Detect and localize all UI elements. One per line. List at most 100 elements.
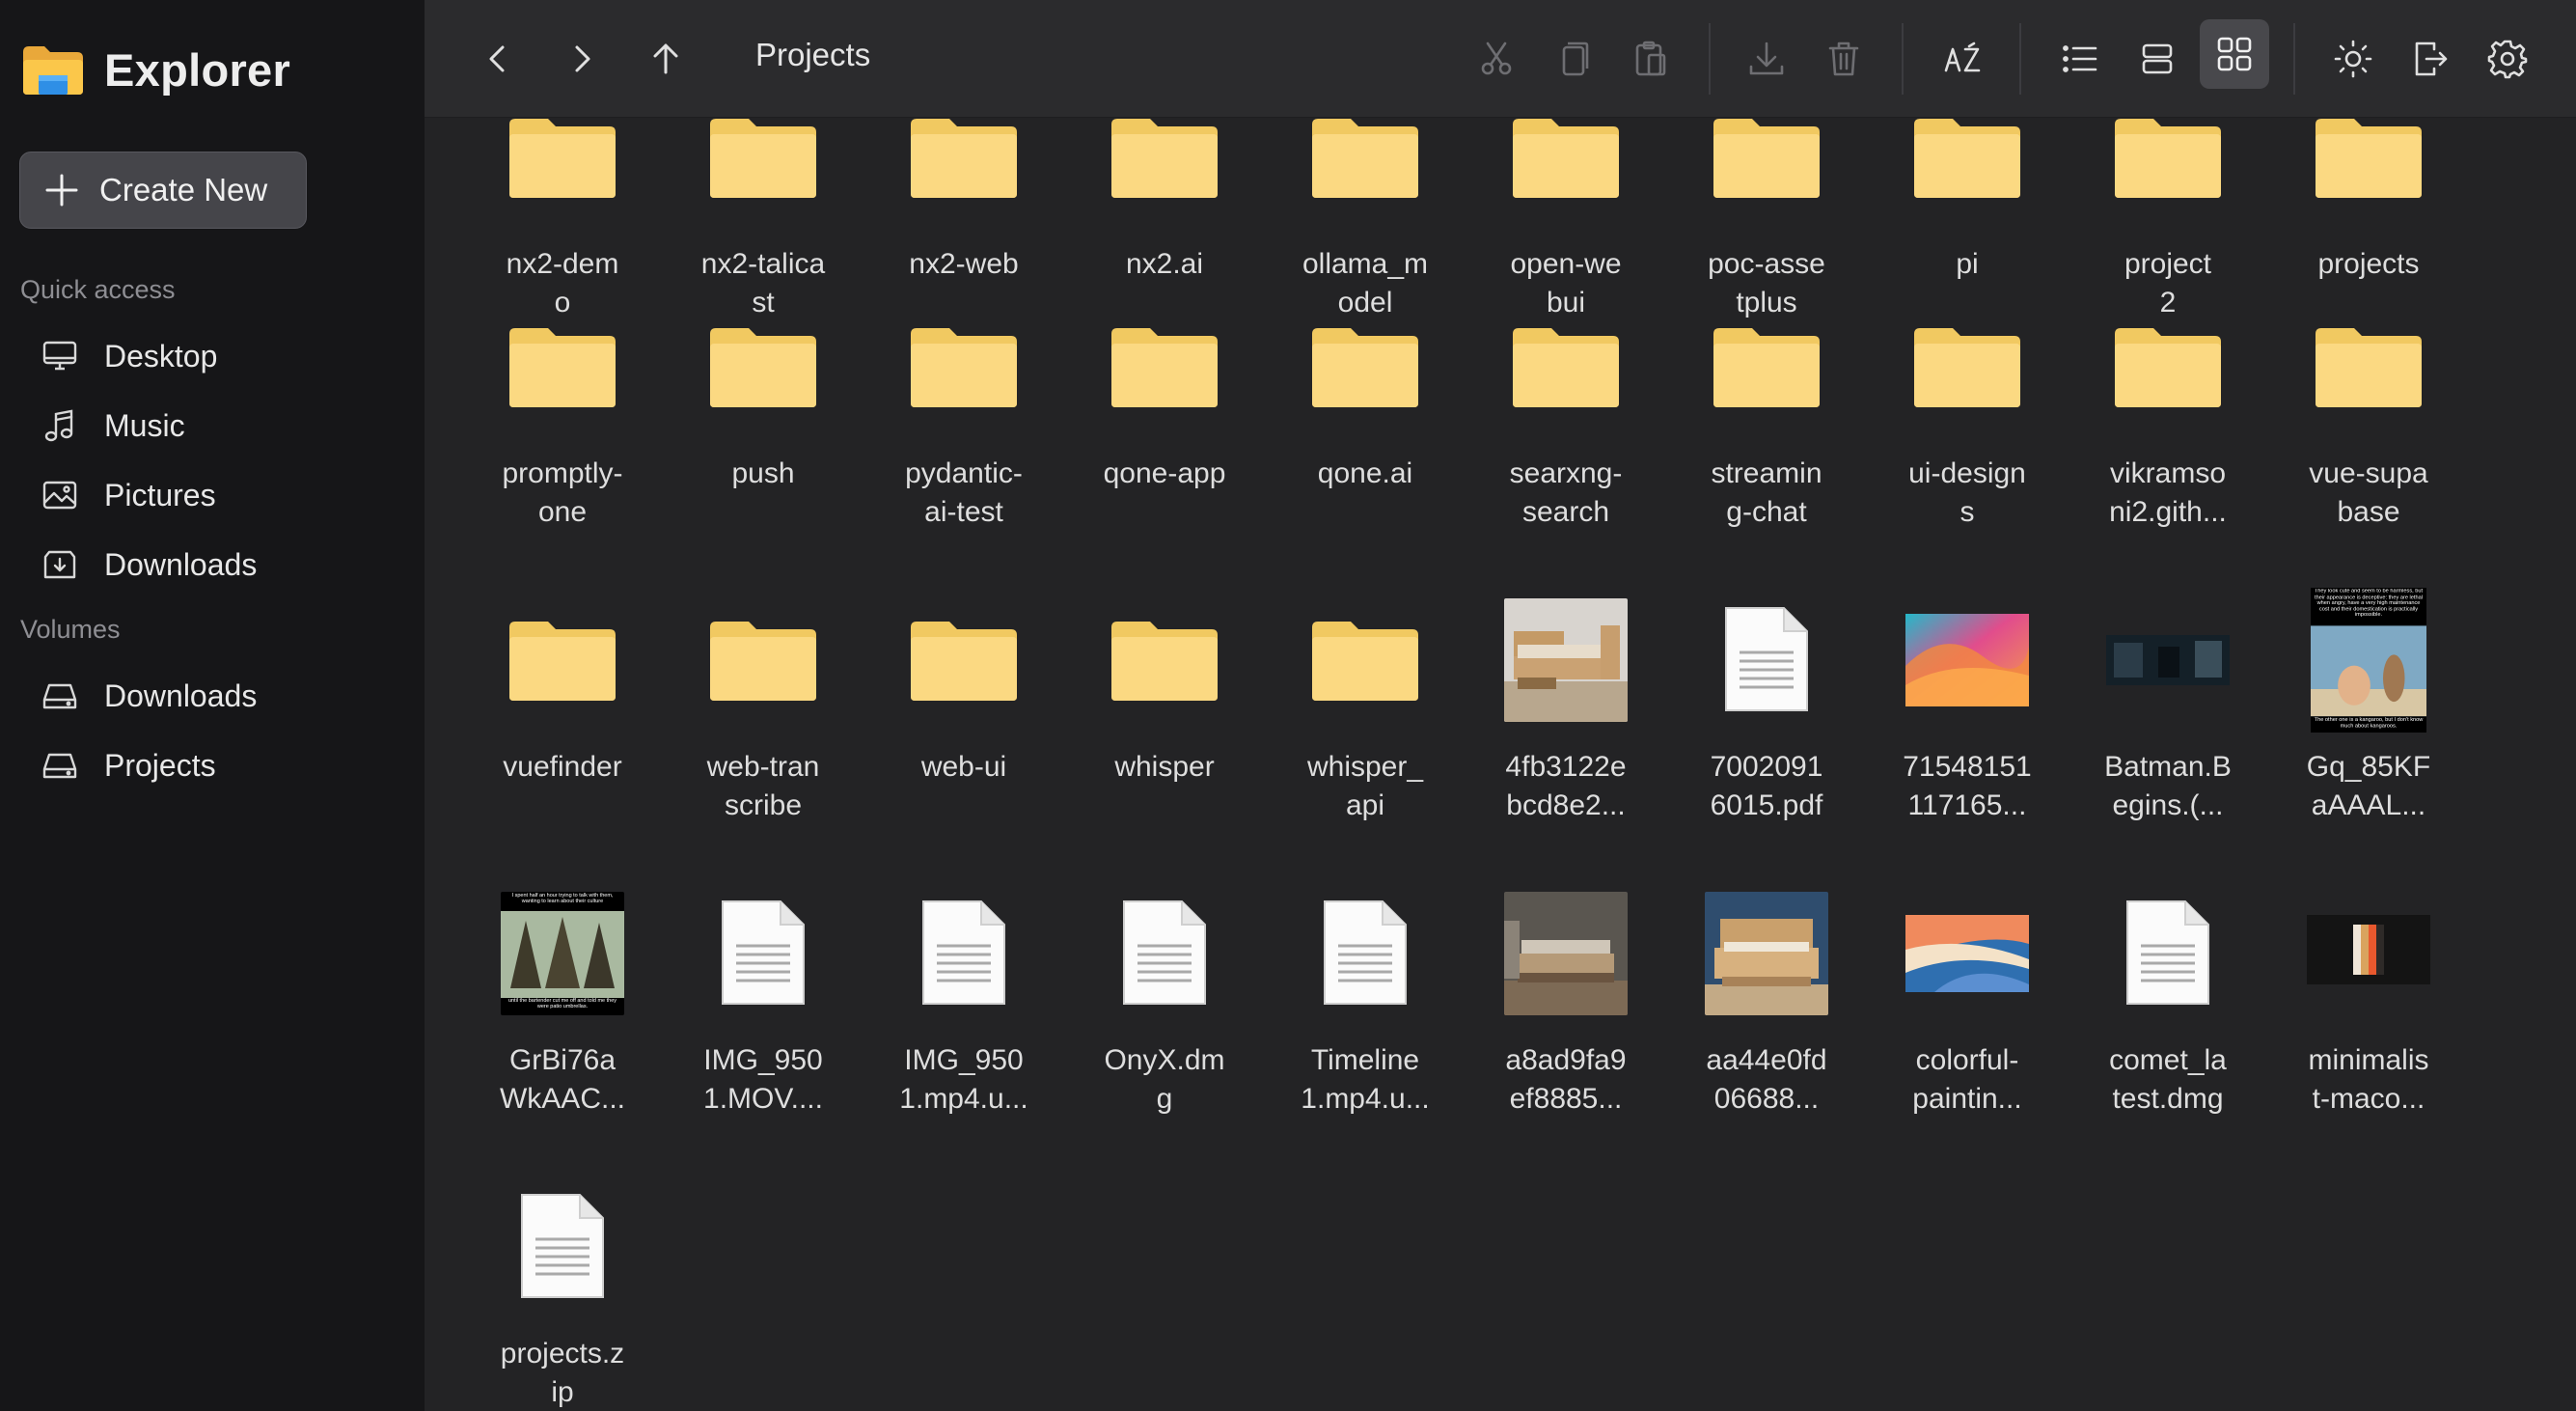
document-icon <box>1303 881 1427 1026</box>
file-item[interactable]: IMG_950 1.MOV.... <box>667 881 860 1161</box>
folder-item[interactable]: vue-supa base <box>2272 294 2465 574</box>
folder-logo-icon <box>23 46 83 95</box>
up-button[interactable] <box>635 28 697 90</box>
folder-item[interactable]: streamin g-chat <box>1670 294 1863 574</box>
item-name: ui-design s <box>1908 457 2026 528</box>
item-name: vue-supa base <box>2309 457 2428 528</box>
settings-button[interactable] <box>2477 28 2538 90</box>
paste-icon <box>1635 41 1666 76</box>
sidebar-item-pictures[interactable]: Pictures <box>41 468 216 522</box>
folder-icon <box>2307 294 2430 439</box>
file-item[interactable]: IMG_950 1.mp4.u... <box>867 881 1060 1161</box>
file-item[interactable]: 7002091 6015.pdf <box>1670 588 1863 868</box>
image-thumbnail <box>1504 881 1628 1026</box>
file-item[interactable]: projects.z ip <box>466 1175 659 1411</box>
folder-item[interactable]: promptly-one <box>466 294 659 574</box>
folder-item[interactable]: pydantic-ai-test <box>867 294 1060 574</box>
folder-item[interactable]: vuefinder <box>466 588 659 868</box>
item-name: projects.z ip <box>500 1338 625 1408</box>
split-view-icon <box>2142 43 2173 74</box>
theme-toggle-button[interactable] <box>2322 28 2384 90</box>
create-new-label: Create New <box>99 172 268 208</box>
sidebar-volume-projects[interactable]: Projects <box>41 738 216 792</box>
sidebar-item-label: Desktop <box>104 338 218 374</box>
create-new-button[interactable]: Create New <box>19 152 307 229</box>
theme-icon <box>2334 40 2372 78</box>
image-file-item[interactable]: 4fb3122e bcd8e2... <box>1469 588 1662 868</box>
trash-icon <box>1828 42 1859 76</box>
download-icon <box>1749 42 1784 75</box>
folder-item[interactable]: web-tran scribe <box>667 588 860 868</box>
folder-item[interactable]: ui-design s <box>1871 294 2064 574</box>
folder-icon <box>2106 118 2230 230</box>
item-name: streamin g-chat <box>1711 457 1822 528</box>
sidebar-item-downloads[interactable]: Downloads <box>41 538 257 592</box>
copy-button[interactable] <box>1543 28 1604 90</box>
document-icon <box>902 881 1026 1026</box>
image-file-item[interactable]: 71548151 117165... <box>1871 588 2064 868</box>
delete-button[interactable] <box>1813 28 1875 90</box>
paste-button[interactable] <box>1620 28 1682 90</box>
file-item[interactable]: Timeline 1.mp4.u... <box>1269 881 1462 1161</box>
item-name: nx2-web <box>909 248 1019 280</box>
item-name: whisper <box>1114 751 1215 783</box>
item-name: 4fb3122e bcd8e2... <box>1505 751 1627 821</box>
item-name: promptly-one <box>502 457 623 528</box>
item-name: qone.ai <box>1317 457 1413 489</box>
grid-view-button[interactable] <box>2200 19 2269 89</box>
sidebar-volume-downloads[interactable]: Downloads <box>41 669 257 723</box>
folder-item[interactable]: push <box>667 294 860 574</box>
settings-icon <box>2487 40 2528 79</box>
image-file-item[interactable]: colorful-paintin... <box>1871 881 2064 1161</box>
folder-item[interactable]: whisper <box>1068 588 1261 868</box>
item-name: pi <box>1956 248 1979 280</box>
sidebar-item-desktop[interactable]: Desktop <box>41 329 217 383</box>
plus-icon <box>45 174 78 207</box>
split-view-button[interactable] <box>2126 28 2188 90</box>
image-file-item[interactable]: minimalis t-maco... <box>2272 881 2465 1161</box>
folder-icon <box>1504 118 1628 230</box>
image-file-item[interactable]: a8ad9fa9 ef8885... <box>1469 881 1662 1161</box>
item-name: Batman.B egins.(... <box>2104 751 2232 821</box>
folder-icon <box>501 118 624 230</box>
toolbar: Projects <box>425 0 2576 118</box>
download-box-icon <box>43 550 76 579</box>
item-name: comet_la test.dmg <box>2109 1044 2227 1115</box>
cut-icon <box>1481 42 1512 75</box>
item-name: IMG_950 1.MOV.... <box>703 1044 823 1115</box>
document-icon <box>1705 588 1828 733</box>
item-name: whisper_ api <box>1306 751 1424 821</box>
toolbar-divider <box>2293 23 2295 95</box>
back-button[interactable] <box>467 28 529 90</box>
document-icon <box>1103 881 1226 1026</box>
item-name: Timeline 1.mp4.u... <box>1301 1044 1430 1115</box>
forward-button[interactable] <box>551 28 613 90</box>
list-view-button[interactable] <box>2049 28 2111 90</box>
folder-icon <box>1103 118 1226 230</box>
folder-item[interactable]: qone.ai <box>1269 294 1462 574</box>
cut-button[interactable] <box>1466 28 1527 90</box>
file-grid-area[interactable]: nx2-dem o nx2-talica st nx2-web nx2.ai ollama_… <box>425 118 2576 1411</box>
folder-item[interactable]: whisper_ api <box>1269 588 1462 868</box>
list-view-icon <box>2063 45 2097 72</box>
document-icon <box>2106 881 2230 1026</box>
file-item[interactable]: comet_la test.dmg <box>2071 881 2264 1161</box>
logout-button[interactable] <box>2399 28 2461 90</box>
download-button[interactable] <box>1736 28 1797 90</box>
sidebar-item-music[interactable]: Music <box>41 399 185 453</box>
image-file-item[interactable]: They look cute and seem to be harmless, … <box>2272 588 2465 868</box>
folder-item[interactable]: qone-app <box>1068 294 1261 574</box>
folder-item[interactable]: searxng-search <box>1469 294 1662 574</box>
folder-item[interactable]: web-ui <box>867 588 1060 868</box>
folder-item[interactable]: vikramso ni2.gith... <box>2071 294 2264 574</box>
item-name: push <box>731 457 795 489</box>
image-file-item[interactable]: Batman.B egins.(... <box>2071 588 2264 868</box>
image-file-item[interactable]: aa44e0fd 06688... <box>1670 881 1863 1161</box>
folder-icon <box>2307 118 2430 230</box>
toolbar-divider <box>2019 23 2021 95</box>
image-file-item[interactable]: I spent half an hour trying to talk with… <box>466 881 659 1161</box>
sort-button[interactable] <box>1932 28 1994 90</box>
up-icon <box>653 43 678 74</box>
brand: Explorer <box>21 39 290 100</box>
file-item[interactable]: OnyX.dm g <box>1068 881 1261 1161</box>
